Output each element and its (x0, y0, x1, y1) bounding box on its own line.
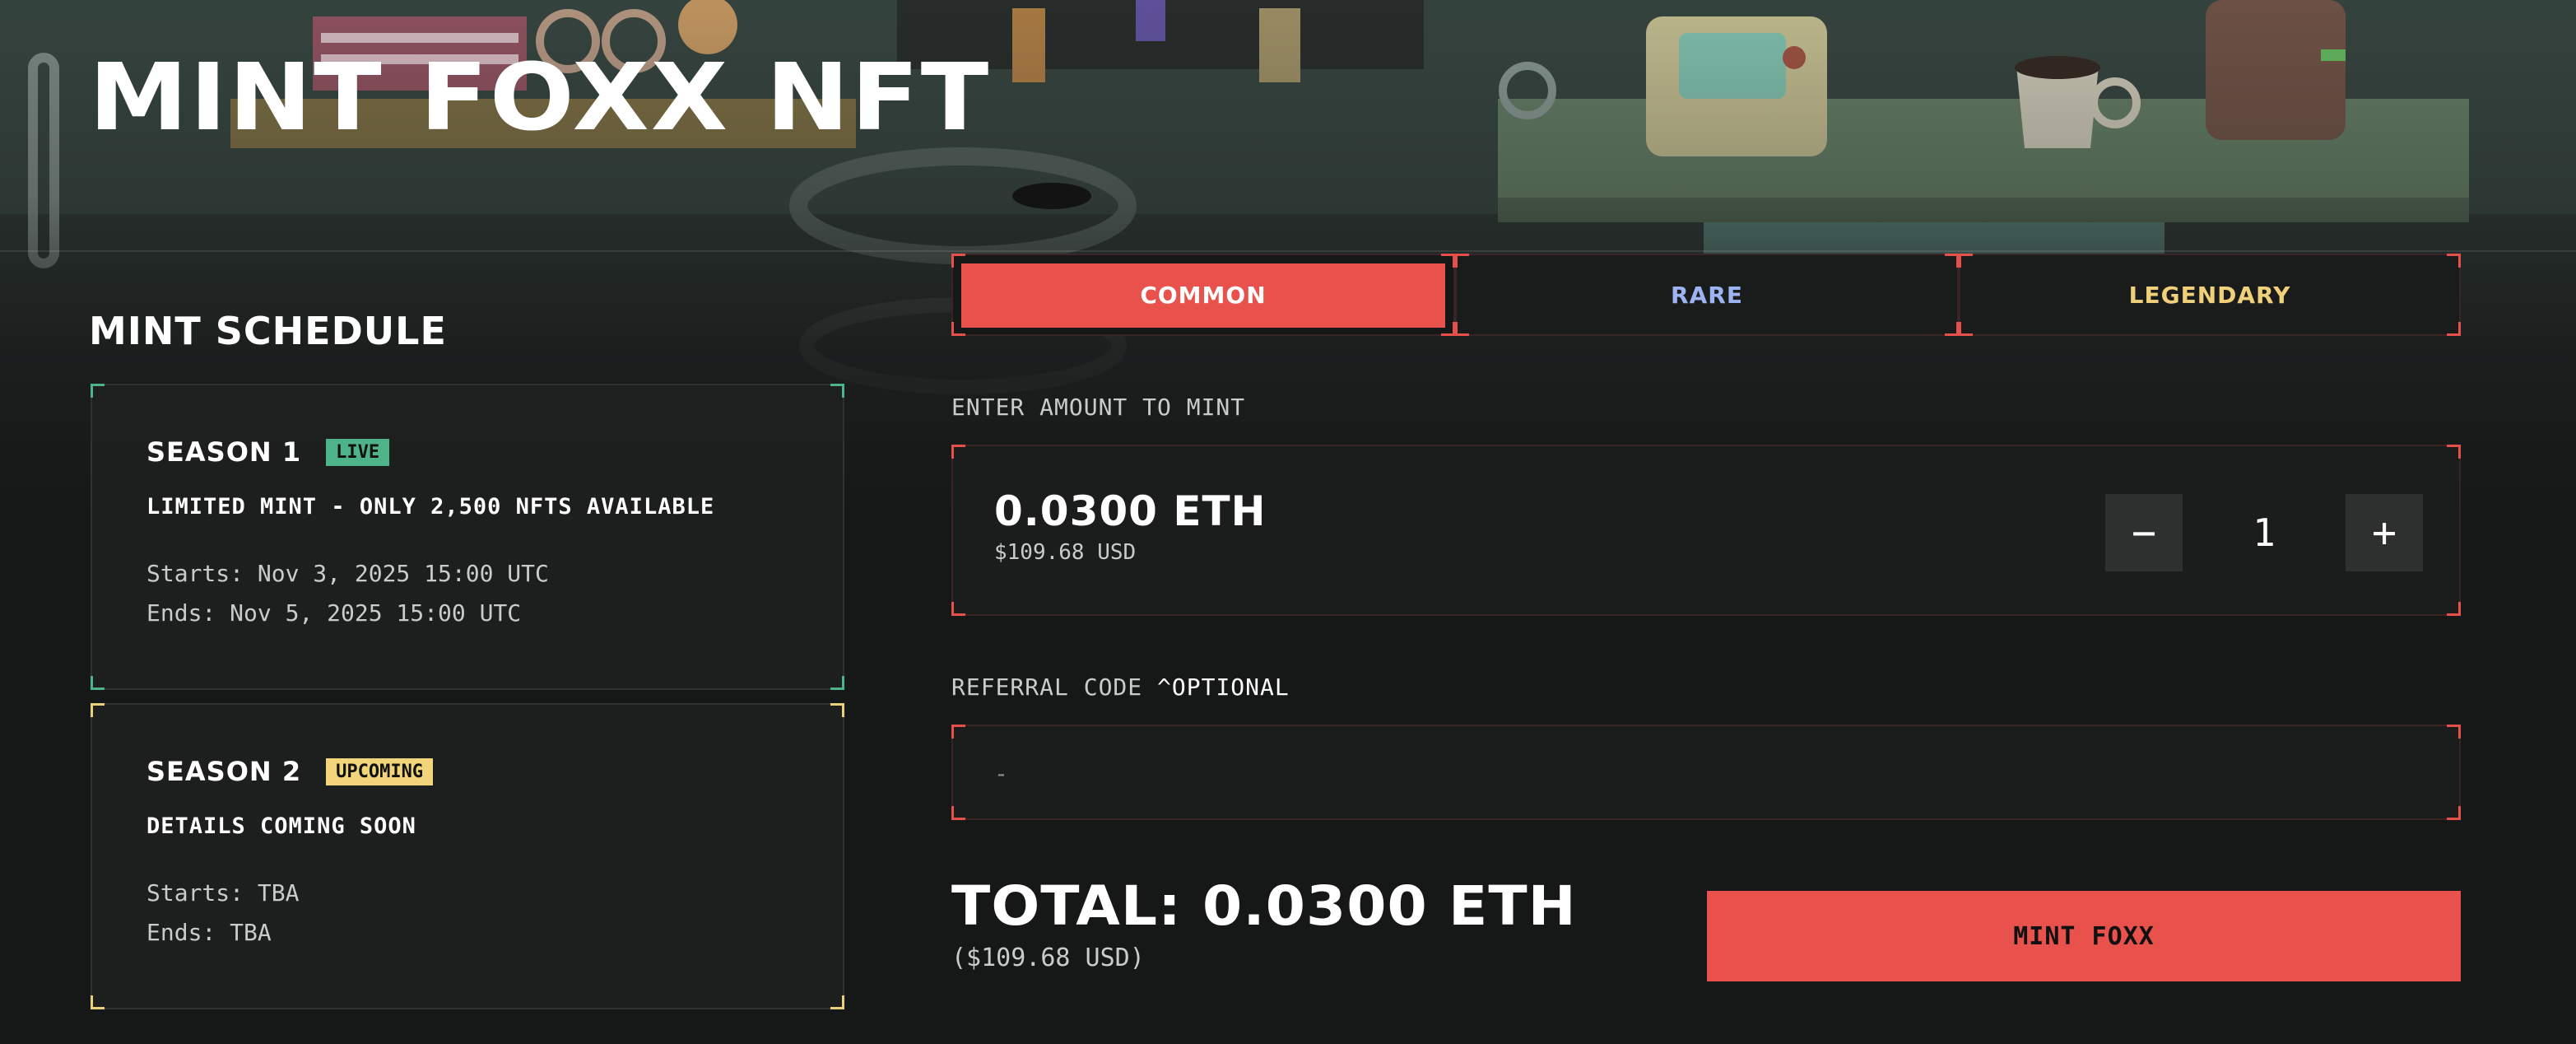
quantity-value[interactable]: 1 (2183, 494, 2346, 571)
season-header: SEASON 2 UPCOMING (146, 756, 434, 787)
corner-accent (830, 676, 844, 690)
season-card-1: SEASON 1 LIVE LIMITED MINT - ONLY 2,500 … (91, 384, 844, 690)
season-description: LIMITED MINT - ONLY 2,500 NFTS AVAILABLE (146, 494, 715, 520)
header-divider (0, 250, 2576, 252)
total-eth: TOTAL: 0.0300 ETH (951, 874, 1577, 938)
season-description: DETAILS COMING SOON (146, 813, 416, 839)
season-end-date: Ends: TBA (146, 919, 272, 946)
mint-page: MINT FOXX NFT MINT SCHEDULE SEASON 1 LIV… (0, 0, 2576, 1044)
season-end-date: Ends: Nov 5, 2025 15:00 UTC (146, 599, 522, 627)
total-usd: ($109.68 USD) (951, 944, 1145, 972)
referral-panel (951, 725, 2461, 820)
season-name: SEASON 1 (146, 436, 302, 468)
season-start-date: Starts: Nov 3, 2025 15:00 UTC (146, 560, 549, 587)
price-eth: 0.0300 ETH (994, 487, 1267, 535)
tab-legendary[interactable]: LEGENDARY (1959, 254, 2461, 336)
tab-common-label: COMMON (1140, 281, 1267, 309)
page-title: MINT FOXX NFT (89, 44, 991, 151)
price-usd: $109.68 USD (994, 540, 1137, 565)
tier-tabs: COMMON RARE LEGENDARY (951, 254, 2461, 336)
season-card-2: SEASON 2 UPCOMING DETAILS COMING SOON St… (91, 703, 844, 1009)
season-header: SEASON 1 LIVE (146, 436, 390, 468)
optional-tag: ^OPTIONAL (1157, 673, 1290, 701)
amount-panel: 0.0300 ETH $109.68 USD − 1 + (951, 445, 2461, 616)
referral-label: REFERRAL CODE ^OPTIONAL (951, 673, 1290, 701)
increase-quantity-button[interactable]: + (2346, 494, 2423, 571)
corner-accent (91, 995, 105, 1009)
corner-accent (830, 995, 844, 1009)
status-badge-upcoming: UPCOMING (326, 757, 434, 785)
decrease-quantity-button[interactable]: − (2105, 494, 2183, 571)
corner-accent (830, 384, 844, 398)
corner-accent (830, 703, 844, 717)
tab-rare-label: RARE (1671, 281, 1743, 309)
mint-button[interactable]: MINT FOXX (1707, 891, 2461, 981)
tab-rare[interactable]: RARE (1455, 254, 1959, 336)
status-badge-live: LIVE (326, 438, 390, 466)
corner-accent (91, 384, 105, 398)
mint-schedule-heading: MINT SCHEDULE (89, 309, 447, 353)
minus-icon: − (2131, 509, 2157, 557)
referral-code-input[interactable] (993, 751, 2395, 795)
corner-accent (91, 676, 105, 690)
referral-label-text: REFERRAL CODE (951, 673, 1158, 701)
tab-legendary-label: LEGENDARY (2128, 281, 2291, 309)
tab-common[interactable]: COMMON (951, 254, 1455, 336)
season-name: SEASON 2 (146, 756, 302, 787)
season-start-date: Starts: TBA (146, 879, 300, 907)
amount-label: ENTER AMOUNT TO MINT (951, 394, 1246, 421)
plus-icon: + (2371, 509, 2397, 557)
corner-accent (91, 703, 105, 717)
